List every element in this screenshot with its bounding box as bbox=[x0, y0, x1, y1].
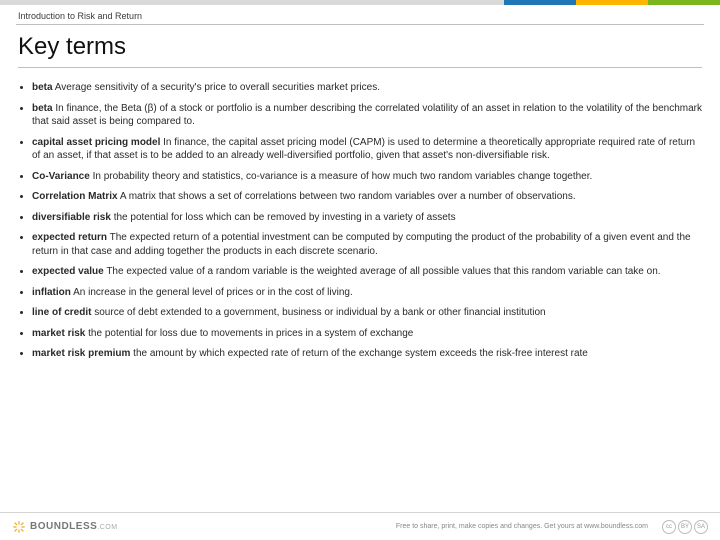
term-name: expected return bbox=[32, 232, 107, 243]
term-def: the potential for loss due to movements … bbox=[88, 328, 413, 339]
term-name: expected value bbox=[32, 266, 104, 277]
term-name: capital asset pricing model bbox=[32, 137, 160, 148]
term-def: The expected value of a random variable … bbox=[106, 266, 660, 277]
term-def: Average sensitivity of a security's pric… bbox=[55, 82, 380, 93]
term-def: An increase in the general level of pric… bbox=[73, 287, 353, 298]
cc-icon: cc bbox=[662, 520, 676, 534]
term-def: A matrix that shows a set of correlation… bbox=[120, 191, 576, 202]
list-item: Correlation Matrix A matrix that shows a… bbox=[32, 190, 702, 204]
footer: BOUNDLESS.COM Free to share, print, make… bbox=[0, 512, 720, 540]
brand-logo: BOUNDLESS.COM bbox=[12, 520, 118, 534]
cc-sa-icon: SA bbox=[694, 520, 708, 534]
term-def: In probability theory and statistics, co… bbox=[93, 171, 593, 182]
list-item: inflation An increase in the general lev… bbox=[32, 286, 702, 300]
list-item: market risk premium the amount by which … bbox=[32, 347, 702, 361]
divider bbox=[18, 67, 702, 68]
term-def: the amount by which expected rate of ret… bbox=[133, 348, 588, 359]
brand-suffix: .COM bbox=[97, 524, 117, 531]
list-item: market risk the potential for loss due t… bbox=[32, 327, 702, 341]
list-item: capital asset pricing model In finance, … bbox=[32, 136, 702, 163]
list-item: beta Average sensitivity of a security's… bbox=[32, 81, 702, 95]
list-item: expected return The expected return of a… bbox=[32, 231, 702, 258]
footer-tagline: Free to share, print, make copies and ch… bbox=[396, 523, 648, 530]
list-item: diversifiable risk the potential for los… bbox=[32, 211, 702, 225]
terms-list: beta Average sensitivity of a security's… bbox=[18, 81, 702, 361]
content-body: beta Average sensitivity of a security's… bbox=[0, 72, 720, 512]
term-name: Co-Variance bbox=[32, 171, 90, 182]
term-name: beta bbox=[32, 103, 53, 114]
cc-badges: cc BY SA bbox=[662, 520, 708, 534]
list-item: Co-Variance In probability theory and st… bbox=[32, 170, 702, 184]
term-name: inflation bbox=[32, 287, 71, 298]
term-name: diversifiable risk bbox=[32, 212, 111, 223]
term-def: The expected return of a potential inves… bbox=[32, 232, 691, 257]
list-item: beta In finance, the Beta (β) of a stock… bbox=[32, 102, 702, 129]
term-def: In finance, the Beta (β) of a stock or p… bbox=[32, 103, 702, 128]
page-title: Key terms bbox=[0, 25, 720, 67]
slide: Introduction to Risk and Return Key term… bbox=[0, 0, 720, 540]
term-name: line of credit bbox=[32, 307, 91, 318]
cc-by-icon: BY bbox=[678, 520, 692, 534]
brand-text: BOUNDLESS bbox=[30, 521, 97, 532]
term-name: market risk bbox=[32, 328, 85, 339]
brand-name: BOUNDLESS.COM bbox=[30, 521, 118, 532]
logo-burst-icon bbox=[12, 520, 26, 534]
term-name: beta bbox=[32, 82, 53, 93]
list-item: line of credit source of debt extended t… bbox=[32, 306, 702, 320]
term-name: market risk premium bbox=[32, 348, 130, 359]
term-name: Correlation Matrix bbox=[32, 191, 118, 202]
list-item: expected value The expected value of a r… bbox=[32, 265, 702, 279]
term-def: source of debt extended to a government,… bbox=[94, 307, 545, 318]
term-def: the potential for loss which can be remo… bbox=[114, 212, 456, 223]
breadcrumb: Introduction to Risk and Return bbox=[0, 5, 720, 24]
